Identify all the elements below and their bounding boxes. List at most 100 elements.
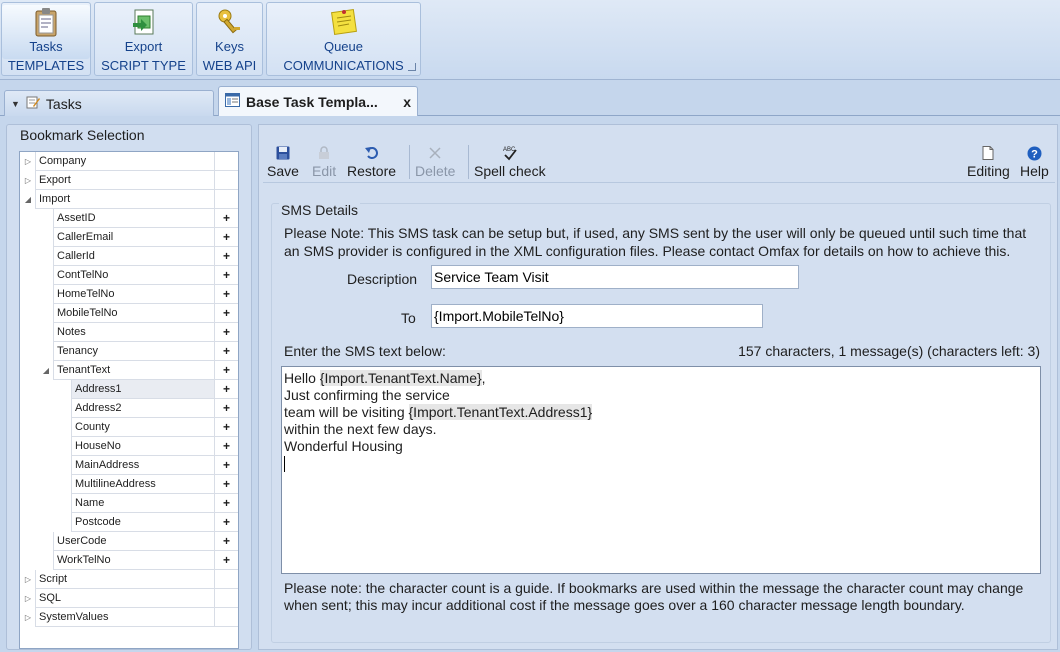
tree-collapsed-icon[interactable]: ▷ <box>22 575 34 584</box>
tree-expanded-icon[interactable]: ◢ <box>22 195 34 204</box>
close-icon[interactable]: x <box>403 94 411 110</box>
tree-node[interactable]: ContTelNo + <box>20 266 238 285</box>
bookmark-token[interactable]: {Import.TenantText.Name} <box>319 370 482 386</box>
tab-base-task-template[interactable]: Base Task Templa... x <box>218 86 418 116</box>
character-count: 157 characters, 1 message(s) (characters… <box>738 343 1040 359</box>
tab-tasks[interactable]: ▼ Tasks <box>4 90 214 116</box>
empty-cell <box>214 171 238 190</box>
empty-cell <box>214 190 238 209</box>
tree-node[interactable]: MainAddress + <box>20 456 238 475</box>
add-bookmark-icon[interactable]: + <box>214 380 238 399</box>
bookmark-token[interactable]: {Import.TenantText.Address1} <box>408 404 593 420</box>
tree-node[interactable]: MultilineAddress + <box>20 475 238 494</box>
add-bookmark-icon[interactable]: + <box>214 437 238 456</box>
tree-collapsed-icon[interactable]: ▷ <box>22 176 34 185</box>
sms-details-title: SMS Details <box>279 202 361 218</box>
tree-collapsed-icon[interactable]: ▷ <box>22 613 34 622</box>
restore-button[interactable]: Restore <box>347 143 396 179</box>
spell-check-button[interactable]: ABC Spell check <box>474 143 546 179</box>
queue-button[interactable]: Queue <box>267 5 420 59</box>
empty-cell <box>214 570 238 589</box>
tree-node[interactable]: ◢ TenantText + <box>20 361 238 380</box>
edit-button[interactable]: Edit <box>312 143 336 179</box>
to-input[interactable] <box>431 304 763 328</box>
chevron-down-icon[interactable]: ▼ <box>11 99 20 109</box>
save-label: Save <box>267 163 299 179</box>
tree-node[interactable]: MobileTelNo + <box>20 304 238 323</box>
tree-node[interactable]: AssetID + <box>20 209 238 228</box>
tree-node[interactable]: HomeTelNo + <box>20 285 238 304</box>
add-bookmark-icon[interactable]: + <box>214 418 238 437</box>
tree-collapsed-icon[interactable]: ▷ <box>22 594 34 603</box>
sms-text-editor[interactable]: Hello {Import.TenantText.Name}, Just con… <box>281 366 1041 574</box>
add-bookmark-icon[interactable]: + <box>214 399 238 418</box>
tree-node-label: CallerId <box>53 247 214 266</box>
bookmark-tree[interactable]: ▷ Company ▷ Export ◢ Import AssetID + CallerEmai… <box>19 151 239 649</box>
ribbon-group-script-type: Export SCRIPT TYPE <box>94 2 193 76</box>
tree-collapsed-icon[interactable]: ▷ <box>22 157 34 166</box>
add-bookmark-icon[interactable]: + <box>214 475 238 494</box>
tree-node[interactable]: CallerId + <box>20 247 238 266</box>
delete-button[interactable]: Delete <box>415 143 455 179</box>
tree-node-label: Tenancy <box>53 342 214 361</box>
add-bookmark-icon[interactable]: + <box>214 342 238 361</box>
editing-button[interactable]: Editing <box>967 143 1010 179</box>
undo-icon <box>364 143 379 163</box>
tree-node[interactable]: HouseNo + <box>20 437 238 456</box>
tree-node-label: HomeTelNo <box>53 285 214 304</box>
add-bookmark-icon[interactable]: + <box>214 266 238 285</box>
tree-node-label: Address2 <box>71 399 214 418</box>
delete-x-icon <box>429 143 441 163</box>
add-bookmark-icon[interactable]: + <box>214 456 238 475</box>
tree-node[interactable]: ▷ SQL <box>20 589 238 608</box>
tree-node[interactable]: UserCode + <box>20 532 238 551</box>
tree-node[interactable]: ▷ Script <box>20 570 238 589</box>
add-bookmark-icon[interactable]: + <box>214 551 238 570</box>
tree-node[interactable]: ▷ SystemValues <box>20 608 238 627</box>
help-button[interactable]: ? Help <box>1020 143 1049 179</box>
tree-node[interactable]: Address2 + <box>20 399 238 418</box>
add-bookmark-icon[interactable]: + <box>214 285 238 304</box>
group-title-web-api: WEB API <box>202 58 257 73</box>
delete-label: Delete <box>415 163 456 179</box>
enter-sms-label: Enter the SMS text below: <box>284 343 446 359</box>
tree-node[interactable]: Address1 + <box>20 380 238 399</box>
keys-button[interactable]: Keys <box>197 5 262 59</box>
add-bookmark-icon[interactable]: + <box>214 532 238 551</box>
group-title-script-type: SCRIPT TYPE <box>101 58 186 73</box>
tasks-button[interactable]: Tasks <box>2 5 90 59</box>
sms-line: within the next few days. <box>284 421 437 437</box>
tree-node[interactable]: WorkTelNo + <box>20 551 238 570</box>
tree-node[interactable]: County + <box>20 418 238 437</box>
add-bookmark-icon[interactable]: + <box>214 228 238 247</box>
tree-node[interactable]: CallerEmail + <box>20 228 238 247</box>
tree-node-label: CallerEmail <box>53 228 214 247</box>
export-button[interactable]: Export <box>95 5 192 59</box>
add-bookmark-icon[interactable]: + <box>214 247 238 266</box>
tree-node-label: MultilineAddress <box>71 475 214 494</box>
tree-node[interactable]: Tenancy + <box>20 342 238 361</box>
toolbar-separator <box>468 145 469 179</box>
tree-node[interactable]: ▷ Export <box>20 171 238 190</box>
add-bookmark-icon[interactable]: + <box>214 494 238 513</box>
tree-node[interactable]: Postcode + <box>20 513 238 532</box>
tree-node[interactable]: ◢ Import <box>20 190 238 209</box>
tree-node[interactable]: ▷ Company <box>20 152 238 171</box>
save-button[interactable]: Save <box>267 143 299 179</box>
dialog-launcher-icon[interactable] <box>408 63 416 71</box>
add-bookmark-icon[interactable]: + <box>214 304 238 323</box>
spell-check-icon: ABC <box>502 143 518 163</box>
add-bookmark-icon[interactable]: + <box>214 209 238 228</box>
tree-node-label: AssetID <box>53 209 214 228</box>
add-bookmark-icon[interactable]: + <box>214 361 238 380</box>
empty-cell <box>214 608 238 627</box>
tree-node[interactable]: Name + <box>20 494 238 513</box>
export-icon <box>129 5 159 39</box>
add-bookmark-icon[interactable]: + <box>214 513 238 532</box>
export-button-label: Export <box>124 39 163 54</box>
tree-node[interactable]: Notes + <box>20 323 238 342</box>
tree-expanded-icon[interactable]: ◢ <box>40 366 52 375</box>
add-bookmark-icon[interactable]: + <box>214 323 238 342</box>
description-input[interactable] <box>431 265 799 289</box>
ribbon-group-templates: Tasks TEMPLATES <box>1 2 91 76</box>
